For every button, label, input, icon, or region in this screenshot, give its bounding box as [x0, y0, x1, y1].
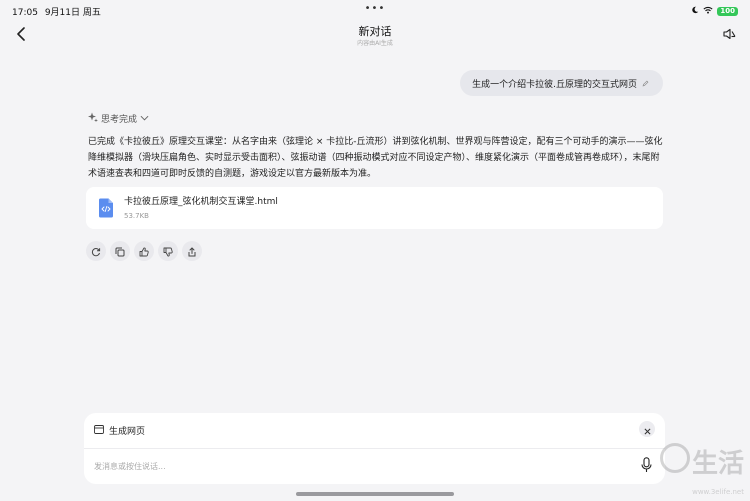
- header: 新对话 内容由AI生成: [0, 22, 750, 50]
- assistant-response: 已完成《卡拉彼丘》原理交互课堂：从名字由来（弦理论 × 卡拉比-丘流形）讲到弦化…: [88, 137, 663, 179]
- dislike-button[interactable]: [158, 241, 178, 261]
- file-name: 卡拉彼丘原理_弦化机制交互课堂.html: [124, 196, 278, 207]
- message-actions: [86, 241, 202, 261]
- file-attachment-card[interactable]: 卡拉彼丘原理_弦化机制交互课堂.html 53.7KB: [86, 187, 663, 229]
- battery-indicator: 100: [717, 6, 738, 16]
- skill-tag-label: 生成网页: [109, 427, 146, 437]
- copy-icon: [115, 242, 125, 261]
- watermark-url: www.3elife.net: [692, 488, 744, 496]
- status-left: 17:05 9月11日 周五: [12, 5, 105, 18]
- message-input[interactable]: [94, 457, 614, 475]
- remove-skill-button[interactable]: [639, 421, 655, 437]
- user-message-text: 生成一个介绍卡拉彼.丘原理的交互式网页: [472, 79, 637, 90]
- wifi-icon: [703, 6, 713, 17]
- share-icon: [187, 242, 197, 261]
- file-size: 53.7KB: [124, 211, 149, 220]
- copy-button[interactable]: [110, 241, 130, 261]
- moon-icon: [691, 6, 699, 17]
- share-button[interactable]: [182, 241, 202, 261]
- chevron-left-icon: [16, 26, 26, 45]
- file-info: 卡拉彼丘原理_弦化机制交互课堂.html 53.7KB: [124, 196, 278, 221]
- refresh-icon: [91, 242, 101, 261]
- speaker-icon: [722, 26, 736, 45]
- watermark-logo: 生活 www.3elife.net: [656, 437, 748, 499]
- read-aloud-button[interactable]: [720, 26, 738, 44]
- like-button[interactable]: [134, 241, 154, 261]
- edit-icon[interactable]: [642, 80, 649, 87]
- chevron-down-icon: [140, 114, 149, 124]
- sparkle-icon: [88, 112, 98, 125]
- watermark-circle: [660, 443, 690, 473]
- user-message-bubble: 生成一个介绍卡拉彼.丘原理的交互式网页: [460, 70, 663, 96]
- page-subtitle: 内容由AI生成: [357, 40, 393, 47]
- home-indicator[interactable]: [296, 492, 454, 496]
- composer-divider: [84, 448, 665, 449]
- mic-icon: [640, 457, 652, 477]
- status-time: 17:05: [12, 7, 38, 18]
- voice-input-button[interactable]: [639, 457, 653, 477]
- multitask-dots[interactable]: •••: [365, 4, 386, 14]
- thumbs-down-icon: [163, 242, 173, 261]
- thinking-toggle[interactable]: 思考完成: [88, 112, 149, 125]
- status-right: 100: [691, 6, 738, 17]
- code-file-icon: [98, 198, 114, 218]
- webpage-icon: [94, 424, 104, 437]
- back-button[interactable]: [12, 26, 30, 44]
- regenerate-button[interactable]: [86, 241, 106, 261]
- thinking-label: 思考完成: [101, 115, 138, 125]
- thumbs-up-icon: [139, 242, 149, 261]
- message-composer: 生成网页: [84, 413, 665, 484]
- close-icon: [644, 420, 651, 439]
- watermark-text: 生活: [691, 449, 744, 479]
- skill-tag: 生成网页: [94, 424, 145, 437]
- status-date: 9月11日 周五: [44, 7, 101, 18]
- page-title: 新对话: [358, 25, 392, 38]
